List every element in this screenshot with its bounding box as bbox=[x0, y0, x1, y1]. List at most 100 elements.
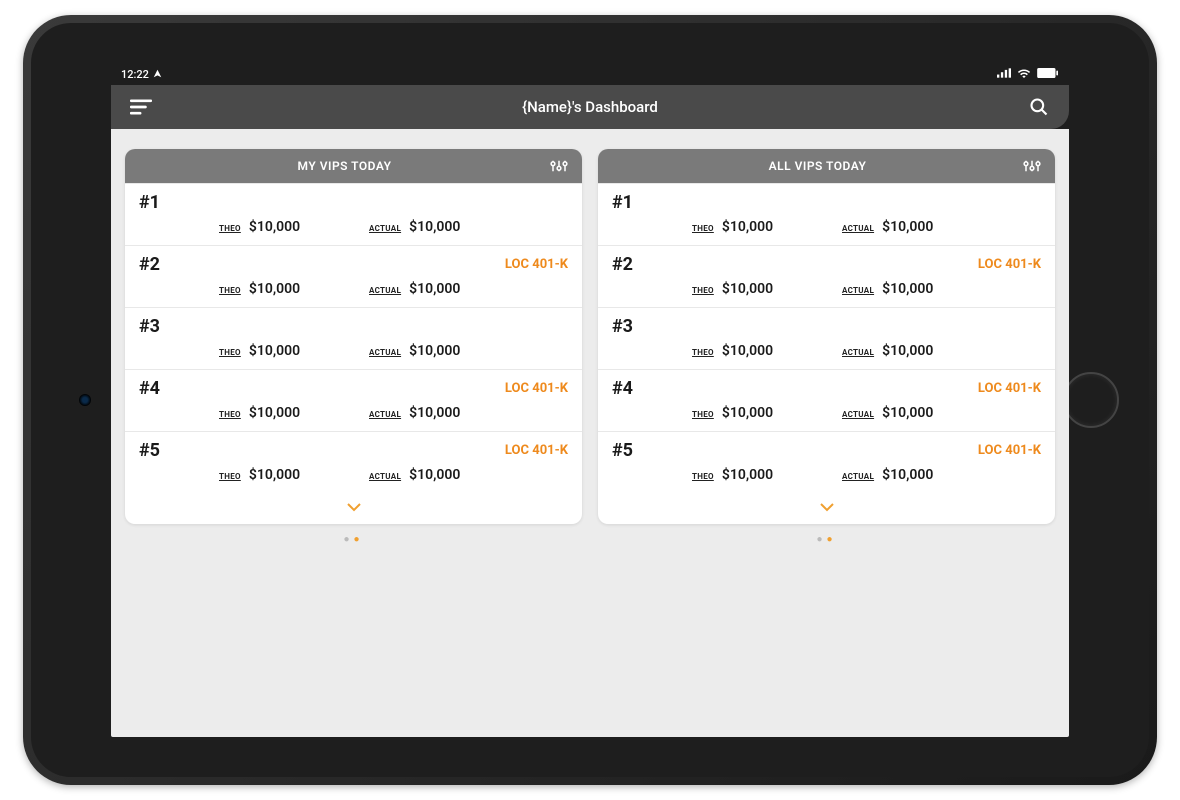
actual-value: $10,000 bbox=[409, 405, 460, 421]
theo-label: THEO bbox=[219, 472, 241, 481]
theo-label: THEO bbox=[219, 348, 241, 357]
signal-icon bbox=[997, 68, 1011, 81]
panel-header: MY VIPS TODAY bbox=[125, 149, 582, 183]
theo-label: THEO bbox=[692, 224, 714, 233]
actual-value: $10,000 bbox=[882, 467, 933, 483]
actual-value: $10,000 bbox=[882, 281, 933, 297]
page-dot: ● bbox=[343, 534, 353, 545]
panel-title: MY VIPS TODAY bbox=[139, 159, 550, 173]
expand-chevron-icon[interactable] bbox=[598, 493, 1055, 524]
status-bar: 12:22 bbox=[111, 63, 1069, 85]
theo-label: THEO bbox=[692, 410, 714, 419]
location-badge: LOC 401-K bbox=[978, 443, 1041, 458]
app-header: {Name}'s Dashboard bbox=[111, 85, 1069, 129]
theo-value: $10,000 bbox=[249, 219, 300, 235]
actual-label: ACTUAL bbox=[369, 286, 401, 295]
theo-value: $10,000 bbox=[722, 467, 773, 483]
location-badge: LOC 401-K bbox=[505, 443, 568, 458]
status-left: 12:22 bbox=[121, 68, 162, 81]
actual-label: ACTUAL bbox=[369, 410, 401, 419]
actual-label: ACTUAL bbox=[842, 472, 874, 481]
filter-icon[interactable] bbox=[1023, 158, 1041, 174]
actual-label: ACTUAL bbox=[842, 410, 874, 419]
rank: #3 bbox=[139, 316, 160, 337]
rank: #5 bbox=[612, 440, 633, 461]
location-badge: LOC 401-K bbox=[978, 257, 1041, 272]
menu-icon[interactable] bbox=[127, 93, 155, 121]
vip-row[interactable]: #1 THEO $10,000 ACTUAL $10,000 bbox=[598, 183, 1055, 245]
tablet-frame: 12:22 bbox=[23, 15, 1157, 785]
page-dot-active: ● bbox=[354, 534, 364, 545]
rank: #1 bbox=[139, 192, 160, 213]
theo-value: $10,000 bbox=[249, 281, 300, 297]
rank: #1 bbox=[612, 192, 633, 213]
status-time: 12:22 bbox=[121, 68, 149, 81]
actual-value: $10,000 bbox=[409, 467, 460, 483]
search-icon[interactable] bbox=[1025, 93, 1053, 121]
status-right bbox=[997, 68, 1059, 81]
rank: #2 bbox=[139, 254, 160, 275]
vip-row[interactable]: #2 LOC 401-K THEO $10,000 ACTUAL $10,000 bbox=[125, 245, 582, 307]
rank: #2 bbox=[612, 254, 633, 275]
theo-value: $10,000 bbox=[722, 405, 773, 421]
filter-icon[interactable] bbox=[550, 158, 568, 174]
vip-row[interactable]: #4 LOC 401-K THEO $10,000 ACTUAL $10,000 bbox=[125, 369, 582, 431]
actual-label: ACTUAL bbox=[842, 348, 874, 357]
page-indicator[interactable]: ●● bbox=[598, 534, 1055, 545]
theo-value: $10,000 bbox=[249, 343, 300, 359]
actual-value: $10,000 bbox=[882, 405, 933, 421]
panel-header: ALL VIPS TODAY bbox=[598, 149, 1055, 183]
actual-value: $10,000 bbox=[882, 219, 933, 235]
location-badge: LOC 401-K bbox=[978, 381, 1041, 396]
rank: #4 bbox=[139, 378, 160, 399]
actual-value: $10,000 bbox=[409, 343, 460, 359]
rank: #4 bbox=[612, 378, 633, 399]
actual-label: ACTUAL bbox=[842, 286, 874, 295]
vip-row[interactable]: #3 THEO $10,000 ACTUAL $10,000 bbox=[598, 307, 1055, 369]
vip-row[interactable]: #5 LOC 401-K THEO $10,000 ACTUAL $10,000 bbox=[598, 431, 1055, 493]
panel-all-vips: ALL VIPS TODAY #1 bbox=[598, 149, 1055, 717]
device-screen: 12:22 bbox=[111, 63, 1069, 737]
actual-value: $10,000 bbox=[409, 281, 460, 297]
vip-row[interactable]: #2 LOC 401-K THEO $10,000 ACTUAL $10,000 bbox=[598, 245, 1055, 307]
page-dot-active: ● bbox=[827, 534, 837, 545]
theo-label: THEO bbox=[692, 472, 714, 481]
theo-label: THEO bbox=[219, 410, 241, 419]
tablet-bezel: 12:22 bbox=[31, 23, 1149, 777]
battery-icon bbox=[1037, 68, 1059, 81]
actual-value: $10,000 bbox=[409, 219, 460, 235]
panel-card: ALL VIPS TODAY #1 bbox=[598, 149, 1055, 524]
panel-my-vips: MY VIPS TODAY #1 bbox=[125, 149, 582, 717]
vip-row[interactable]: #3 THEO $10,000 ACTUAL $10,000 bbox=[125, 307, 582, 369]
location-badge: LOC 401-K bbox=[505, 381, 568, 396]
vip-row[interactable]: #1 THEO $10,000 ACTUAL $10,000 bbox=[125, 183, 582, 245]
actual-value: $10,000 bbox=[882, 343, 933, 359]
location-icon bbox=[153, 68, 162, 81]
expand-chevron-icon[interactable] bbox=[125, 493, 582, 524]
theo-value: $10,000 bbox=[722, 343, 773, 359]
wifi-icon bbox=[1017, 68, 1031, 81]
actual-label: ACTUAL bbox=[842, 224, 874, 233]
page-title: {Name}'s Dashboard bbox=[111, 98, 1069, 116]
theo-value: $10,000 bbox=[722, 219, 773, 235]
theo-label: THEO bbox=[219, 286, 241, 295]
theo-value: $10,000 bbox=[722, 281, 773, 297]
rank: #5 bbox=[139, 440, 160, 461]
theo-label: THEO bbox=[219, 224, 241, 233]
vip-row[interactable]: #5 LOC 401-K THEO $10,000 ACTUAL $10,000 bbox=[125, 431, 582, 493]
theo-label: THEO bbox=[692, 286, 714, 295]
theo-value: $10,000 bbox=[249, 467, 300, 483]
page-indicator[interactable]: ●● bbox=[125, 534, 582, 545]
actual-label: ACTUAL bbox=[369, 472, 401, 481]
dashboard-content: MY VIPS TODAY #1 bbox=[111, 129, 1069, 737]
rank: #3 bbox=[612, 316, 633, 337]
page-dot: ● bbox=[816, 534, 826, 545]
location-badge: LOC 401-K bbox=[505, 257, 568, 272]
theo-label: THEO bbox=[692, 348, 714, 357]
camera-dot bbox=[79, 394, 91, 406]
actual-label: ACTUAL bbox=[369, 224, 401, 233]
home-button[interactable] bbox=[1063, 372, 1119, 428]
theo-value: $10,000 bbox=[249, 405, 300, 421]
vip-row[interactable]: #4 LOC 401-K THEO $10,000 ACTUAL $10,000 bbox=[598, 369, 1055, 431]
actual-label: ACTUAL bbox=[369, 348, 401, 357]
